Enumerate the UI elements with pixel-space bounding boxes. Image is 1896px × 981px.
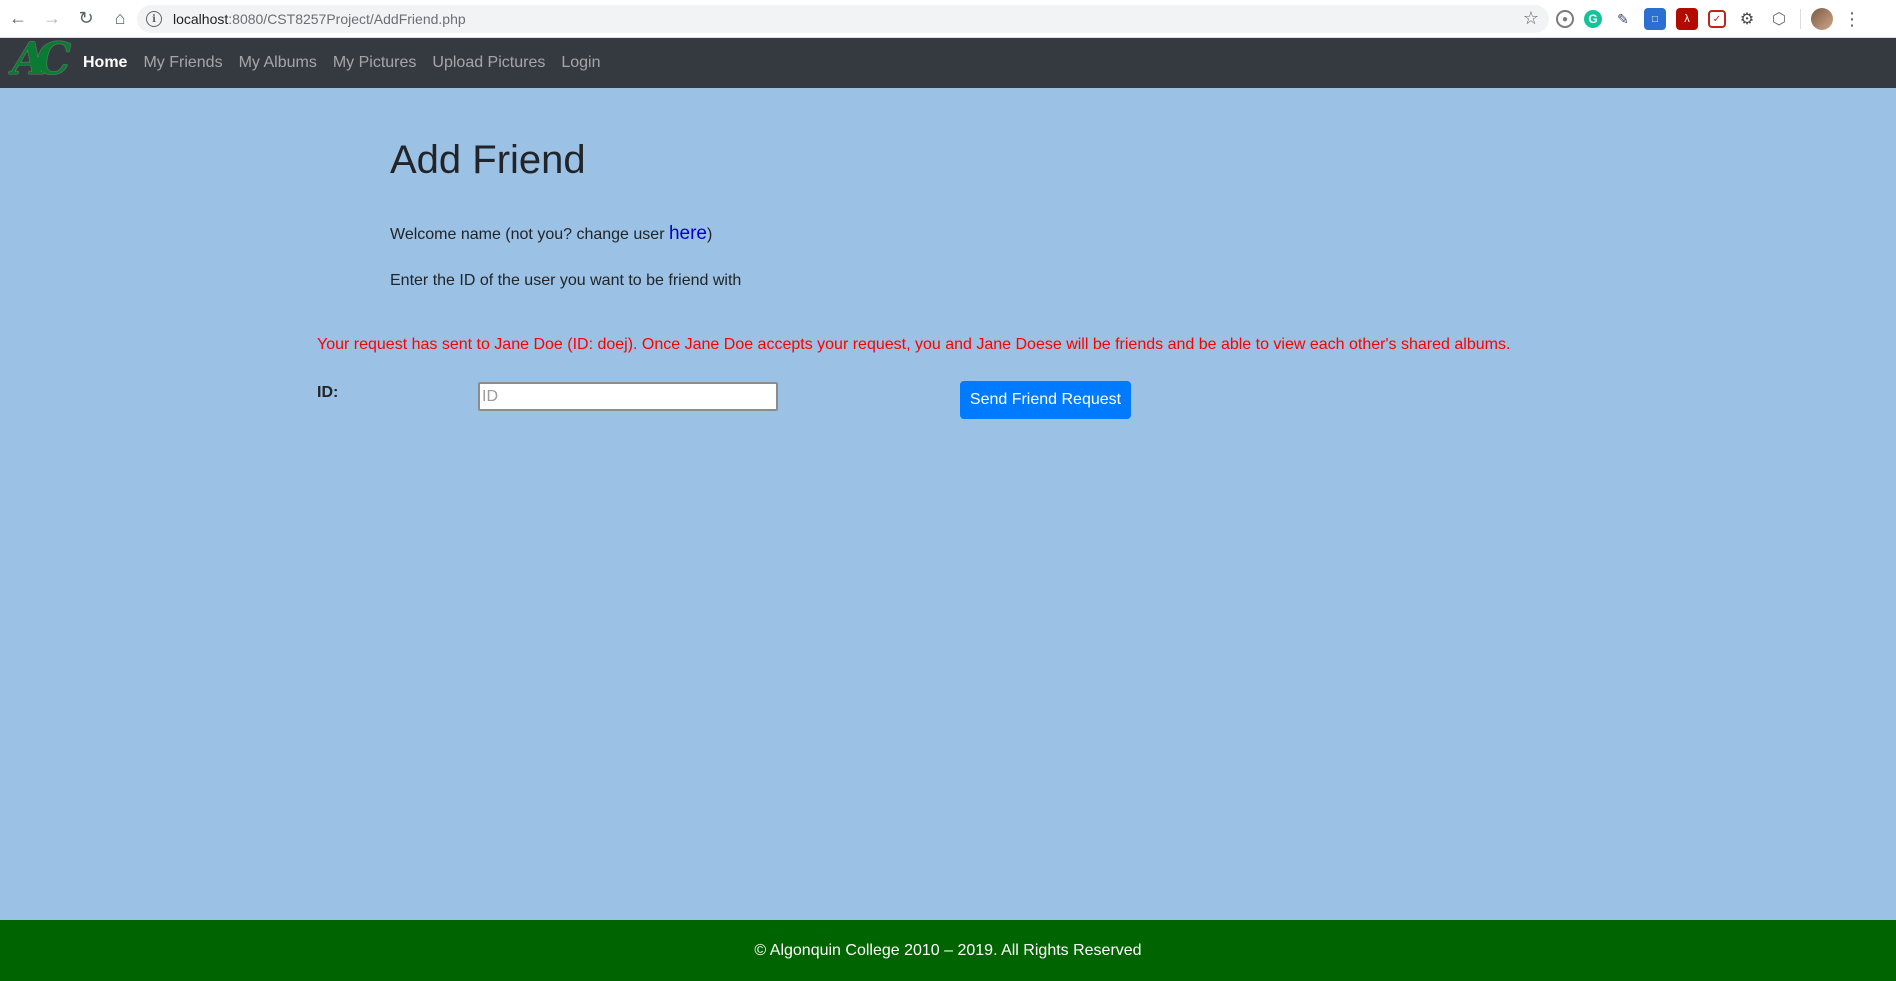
friend-id-input[interactable] [478, 382, 778, 411]
welcome-prefix: Welcome name (not you? change user [390, 226, 669, 243]
reload-icon[interactable]: ↻ [70, 3, 102, 35]
nav-link-home[interactable]: Home [75, 38, 135, 88]
extensions-area: ● G ✎ □ λ ✓ ⚙ ⬡ ⋮ [1556, 8, 1861, 30]
toolbar-divider [1800, 9, 1801, 29]
nav-link-login[interactable]: Login [553, 38, 608, 88]
algonquin-logo[interactable]: AC [12, 34, 71, 86]
nav-links: Home My Friends My Albums My Pictures Up… [75, 38, 609, 88]
pocket-extension-icon[interactable]: ✓ [1708, 10, 1726, 28]
page-title: Add Friend [390, 138, 586, 182]
nav-link-my-pictures[interactable]: My Pictures [325, 38, 425, 88]
window-extension-icon[interactable]: □ [1644, 8, 1666, 30]
grammarly-extension-icon[interactable]: G [1584, 10, 1602, 28]
bookmark-star-icon[interactable]: ☆ [1523, 8, 1539, 29]
browser-toolbar: ← → ↻ ⌂ i localhost:8080/CST8257Project/… [0, 0, 1896, 38]
address-bar[interactable]: i localhost:8080/CST8257Project/AddFrien… [137, 5, 1549, 33]
home-icon[interactable]: ⌂ [104, 3, 136, 35]
request-status-message: Your request has sent to Jane Doe (ID: d… [317, 336, 1511, 353]
pdf-extension-icon[interactable]: λ [1676, 8, 1698, 30]
change-user-link[interactable]: here [669, 223, 707, 244]
welcome-suffix: ) [707, 226, 713, 243]
url-path: :8080/CST8257Project/AddFriend.php [228, 11, 466, 27]
browser-menu-icon[interactable]: ⋮ [1843, 9, 1861, 30]
color-picker-extension-icon[interactable]: ✎ [1612, 8, 1634, 30]
nav-link-upload-pictures[interactable]: Upload Pictures [424, 38, 553, 88]
profile-avatar[interactable] [1811, 8, 1833, 30]
gear-extension-icon[interactable]: ⚙ [1736, 8, 1758, 30]
ghostery-extension-icon[interactable]: ● [1556, 10, 1574, 28]
site-navbar: AC Home My Friends My Albums My Pictures… [0, 34, 1896, 88]
url-host: localhost [173, 11, 229, 27]
cube-extension-icon[interactable]: ⬡ [1768, 8, 1790, 30]
copyright-text: © Algonquin College 2010 – 2019. All Rig… [754, 941, 1142, 959]
logo-text: AC [12, 34, 71, 85]
send-friend-request-button[interactable]: Send Friend Request [960, 381, 1131, 419]
arrow-left-icon[interactable]: ← [2, 3, 34, 35]
welcome-message: Welcome name (not you? change user here) [390, 223, 712, 245]
url-text[interactable]: localhost:8080/CST8257Project/AddFriend.… [173, 11, 466, 27]
arrow-right-icon[interactable]: → [36, 3, 68, 35]
instructions-text: Enter the ID of the user you want to be … [390, 272, 742, 289]
info-icon[interactable]: i [146, 11, 162, 27]
site-footer: © Algonquin College 2010 – 2019. All Rig… [0, 920, 1896, 981]
id-label: ID: [317, 384, 339, 401]
nav-link-my-friends[interactable]: My Friends [135, 38, 230, 88]
nav-link-my-albums[interactable]: My Albums [231, 38, 325, 88]
